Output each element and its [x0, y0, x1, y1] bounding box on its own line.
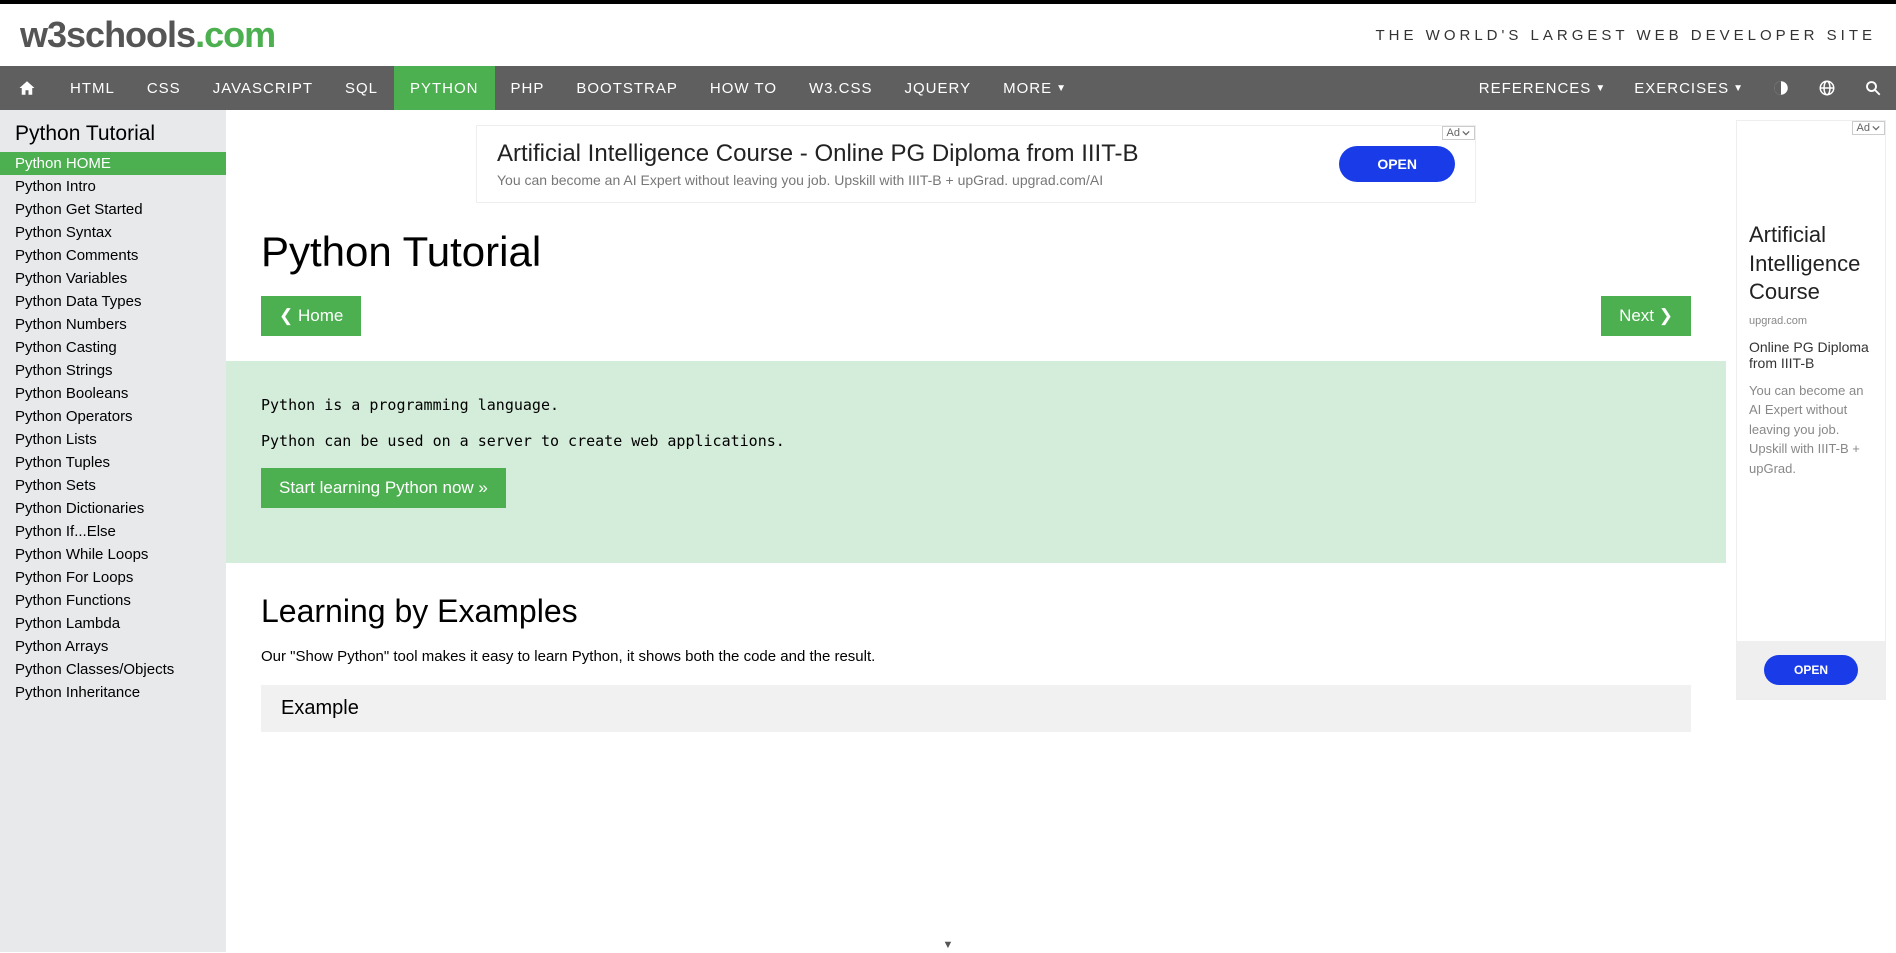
intro-box: Python is a programming language. Python…: [226, 361, 1726, 563]
right-column: Ad Artificial Intelligence Course upgrad…: [1726, 110, 1896, 952]
nav-jquery[interactable]: JQUERY: [889, 66, 988, 110]
nav-home-icon[interactable]: [0, 66, 54, 110]
top-nav: HTML CSS JAVASCRIPT SQL PYTHON PHP BOOTS…: [0, 66, 1896, 110]
ad-right-body: Artificial Intelligence Course upgrad.co…: [1737, 121, 1885, 641]
nav-html[interactable]: HTML: [54, 66, 131, 110]
ad-label[interactable]: Ad: [1852, 121, 1885, 135]
sidebar-item[interactable]: Python Casting: [0, 336, 226, 359]
sidebar-item[interactable]: Python Get Started: [0, 198, 226, 221]
ad-right-desc: You can become an AI Expert without leav…: [1749, 381, 1873, 479]
sidebar-item[interactable]: Python Booleans: [0, 382, 226, 405]
example-box: Example: [261, 685, 1691, 732]
ad-banner-top[interactable]: Ad Artificial Intelligence Course - Onli…: [476, 125, 1476, 203]
example-heading: Example: [281, 697, 1671, 720]
ad-right-domain: upgrad.com: [1749, 315, 1873, 327]
sidebar-item[interactable]: Python Classes/Objects: [0, 658, 226, 681]
ad-banner-right[interactable]: Ad Artificial Intelligence Course upgrad…: [1736, 120, 1886, 700]
ad-label[interactable]: Ad: [1442, 126, 1475, 140]
sidebar-item[interactable]: Python Tuples: [0, 451, 226, 474]
top-nav-right: REFERENCES ▼ EXERCISES ▼: [1465, 66, 1896, 110]
nav-w3css[interactable]: W3.CSS: [793, 66, 889, 110]
logo-text-suffix: .com: [195, 14, 275, 55]
ad-label-text: Ad: [1857, 122, 1870, 134]
start-learning-button[interactable]: Start learning Python now »: [261, 468, 506, 508]
page-title: Python Tutorial: [261, 228, 1691, 276]
sidebar-item[interactable]: Python While Loops: [0, 543, 226, 566]
theme-toggle-icon[interactable]: [1758, 66, 1804, 110]
nav-references[interactable]: REFERENCES ▼: [1465, 66, 1620, 110]
nav-php[interactable]: PHP: [495, 66, 561, 110]
ad-right-footer: OPEN: [1737, 641, 1885, 699]
caret-down-icon: ▼: [1056, 83, 1067, 94]
sidebar-item[interactable]: Python Lambda: [0, 612, 226, 635]
sidebar-item[interactable]: Python Functions: [0, 589, 226, 612]
home-button-label: Home: [298, 306, 343, 325]
ad-right-open-button[interactable]: OPEN: [1764, 655, 1858, 685]
section-paragraph: Our "Show Python" tool makes it easy to …: [261, 648, 1691, 665]
nav-javascript[interactable]: JAVASCRIPT: [197, 66, 329, 110]
next-button-label: Next: [1619, 306, 1654, 325]
nav-python[interactable]: PYTHON: [394, 66, 495, 110]
next-button[interactable]: Next ❯: [1601, 296, 1691, 336]
sidebar-item[interactable]: Python Lists: [0, 428, 226, 451]
ad-right-mid: Online PG Diploma from IIIT-B: [1749, 339, 1873, 371]
sidebar-item[interactable]: Python Operators: [0, 405, 226, 428]
sidebar-item[interactable]: Python Strings: [0, 359, 226, 382]
sidebar-item[interactable]: Python Variables: [0, 267, 226, 290]
main-content: Ad Artificial Intelligence Course - Onli…: [226, 110, 1726, 952]
sidebar-item[interactable]: Python Data Types: [0, 290, 226, 313]
ad-content: Artificial Intelligence Course - Online …: [497, 140, 1339, 188]
caret-down-icon: ▼: [1595, 83, 1606, 94]
nav-sql[interactable]: SQL: [329, 66, 394, 110]
home-button[interactable]: ❮ Home: [261, 296, 361, 336]
nav-howto[interactable]: HOW TO: [694, 66, 793, 110]
container: Python Tutorial ▼ Python HOMEPython Intr…: [0, 110, 1896, 952]
ad-label-text: Ad: [1447, 127, 1460, 139]
sidebar-item[interactable]: Python Inheritance: [0, 681, 226, 704]
tagline: THE WORLD'S LARGEST WEB DEVELOPER SITE: [1376, 27, 1877, 44]
ad-title: Artificial Intelligence Course - Online …: [497, 140, 1339, 168]
sidebar-item[interactable]: Python Intro: [0, 175, 226, 198]
intro-p1: Python is a programming language.: [261, 396, 1691, 414]
nav-more-label: MORE: [1003, 80, 1052, 97]
nav-exercises-label: EXERCISES: [1634, 80, 1729, 97]
nav-bootstrap[interactable]: BOOTSTRAP: [560, 66, 694, 110]
sidebar-item[interactable]: Python Arrays: [0, 635, 226, 658]
sidebar-item[interactable]: Python If...Else: [0, 520, 226, 543]
nav-references-label: REFERENCES: [1479, 80, 1592, 97]
ad-open-button[interactable]: OPEN: [1339, 146, 1455, 182]
ad-right-title: Artificial Intelligence Course: [1749, 221, 1873, 307]
sidebar-item[interactable]: Python Comments: [0, 244, 226, 267]
sidebar-item[interactable]: Python HOME: [0, 152, 226, 175]
ad-subtitle: You can become an AI Expert without leav…: [497, 172, 1339, 188]
search-icon[interactable]: [1850, 66, 1896, 110]
sidebar-item[interactable]: Python Numbers: [0, 313, 226, 336]
nav-css[interactable]: CSS: [131, 66, 197, 110]
nav-exercises[interactable]: EXERCISES ▼: [1620, 66, 1758, 110]
sidebar-item[interactable]: Python Syntax: [0, 221, 226, 244]
sidebar[interactable]: Python Tutorial ▼ Python HOMEPython Intr…: [0, 110, 226, 952]
intro-p2: Python can be used on a server to create…: [261, 432, 1691, 450]
header: w3schools.com THE WORLD'S LARGEST WEB DE…: [0, 4, 1896, 66]
logo[interactable]: w3schools.com: [20, 14, 275, 56]
sidebar-item[interactable]: Python Sets: [0, 474, 226, 497]
sidebar-heading: Python Tutorial: [0, 110, 226, 152]
sidebar-item[interactable]: Python Dictionaries: [0, 497, 226, 520]
caret-down-icon: ▼: [1733, 83, 1744, 94]
nav-more[interactable]: MORE ▼: [987, 66, 1083, 110]
nav-buttons: ❮ Home Next ❯: [261, 296, 1691, 336]
sidebar-item[interactable]: Python For Loops: [0, 566, 226, 589]
globe-icon[interactable]: [1804, 66, 1850, 110]
logo-text-main: w3schools: [20, 14, 195, 55]
section-title: Learning by Examples: [261, 593, 1691, 630]
